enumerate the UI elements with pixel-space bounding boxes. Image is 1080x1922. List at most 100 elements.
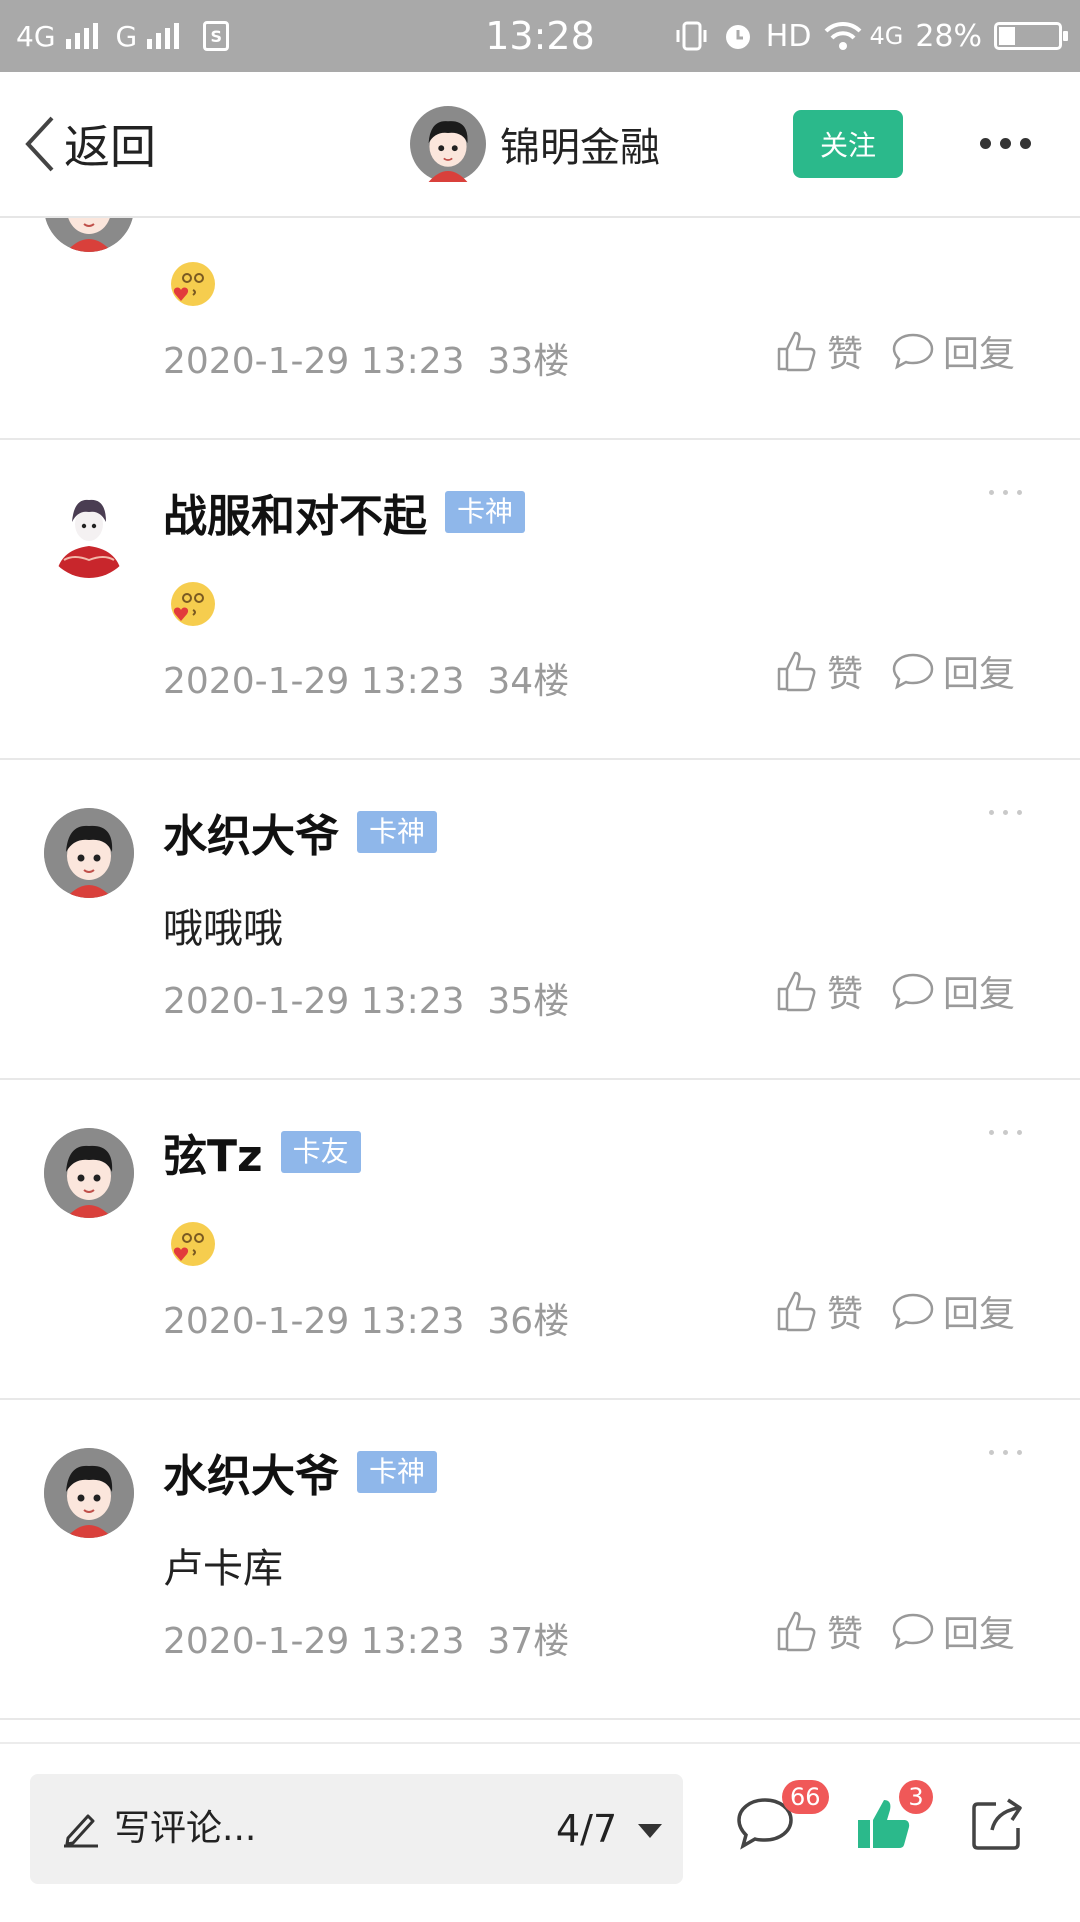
share-icon[interactable] bbox=[970, 1796, 1026, 1852]
avatar[interactable] bbox=[44, 1448, 134, 1538]
more-options-icon[interactable] bbox=[980, 138, 1031, 149]
bottom-bar: 写评论... 4/7 66 3 bbox=[0, 1742, 1080, 1922]
chevron-left-icon bbox=[25, 116, 54, 172]
thumbs-up-icon bbox=[777, 971, 816, 1012]
thumbs-up-icon bbox=[777, 1611, 816, 1652]
reply-button[interactable]: 回复 bbox=[891, 1285, 1015, 1337]
username[interactable]: 战服和对不起 bbox=[163, 480, 427, 544]
speech-bubble-icon bbox=[892, 653, 934, 690]
comment-text: 哦哦哦 bbox=[163, 906, 283, 952]
comment-time: 2020-1-29 13:23 bbox=[163, 1621, 465, 1662]
comment-feed: 2020-1-29 13:23 33楼 赞 回复 战服和对不起 卡神 2020-… bbox=[0, 218, 1080, 1730]
page-title: 锦明金融 bbox=[500, 125, 660, 171]
comment-placeholder: 写评论... bbox=[114, 1808, 257, 1849]
username[interactable]: 弦Tz bbox=[163, 1120, 263, 1184]
user-badge: 卡神 bbox=[357, 1451, 438, 1493]
avatar[interactable] bbox=[44, 808, 134, 898]
comment-header: 水织大爷 卡神 bbox=[163, 800, 438, 864]
comment-header: 弦Tz 卡友 bbox=[163, 1120, 361, 1184]
comment-actions: 赞 回复 bbox=[775, 325, 1015, 377]
comment-meta: 2020-1-29 13:23 34楼 bbox=[163, 652, 569, 704]
comment-header: 水织大爷 卡神 bbox=[163, 1440, 438, 1504]
network-label-2: G bbox=[115, 19, 138, 53]
floor-number: 36楼 bbox=[487, 1301, 570, 1342]
comment-time: 2020-1-29 13:23 bbox=[163, 981, 465, 1022]
comment-more-icon[interactable] bbox=[989, 1130, 1022, 1135]
like-button[interactable]: 赞 bbox=[775, 1285, 863, 1337]
like-button[interactable]: 赞 bbox=[775, 325, 863, 377]
back-button[interactable]: 返回 bbox=[22, 112, 156, 176]
comment-item: 水织大爷 卡神 哦哦哦 2020-1-29 13:23 35楼 赞 回复 bbox=[0, 760, 1080, 1080]
user-badge: 卡友 bbox=[280, 1131, 361, 1173]
comment-actions: 赞 回复 bbox=[775, 1605, 1015, 1657]
floor-number: 35楼 bbox=[487, 981, 570, 1022]
page-indicator[interactable]: 4/7 bbox=[556, 1774, 617, 1884]
sim-card-icon: S bbox=[203, 21, 230, 51]
reply-label: 回复 bbox=[943, 1614, 1016, 1655]
reply-button[interactable]: 回复 bbox=[891, 1605, 1015, 1657]
blowing-kiss-emoji-icon bbox=[171, 1222, 215, 1266]
username[interactable]: 水织大爷 bbox=[163, 1440, 339, 1504]
clock-text: 13:28 bbox=[485, 14, 595, 58]
back-label: 返回 bbox=[64, 120, 156, 174]
reply-label: 回复 bbox=[943, 654, 1016, 695]
comment-count-badge: 66 bbox=[782, 1780, 829, 1814]
like-label: 赞 bbox=[827, 1614, 864, 1655]
blowing-kiss-emoji-icon bbox=[171, 262, 215, 306]
comment-actions: 赞 回复 bbox=[775, 965, 1015, 1017]
comment-more-icon[interactable] bbox=[989, 810, 1022, 815]
speech-bubble-icon bbox=[892, 1293, 934, 1330]
comment-time: 2020-1-29 13:23 bbox=[163, 1301, 465, 1342]
comment-time: 2020-1-29 13:23 bbox=[163, 341, 465, 382]
like-label: 赞 bbox=[827, 334, 864, 375]
like-button[interactable]: 赞 bbox=[775, 645, 863, 697]
comment-more-icon[interactable] bbox=[989, 490, 1022, 495]
floor-number: 37楼 bbox=[487, 1621, 570, 1662]
reply-button[interactable]: 回复 bbox=[891, 325, 1015, 377]
comment-input[interactable]: 写评论... 4/7 bbox=[30, 1774, 683, 1884]
nav-profile[interactable]: 锦明金融 bbox=[410, 105, 660, 183]
wifi-icon bbox=[825, 21, 862, 50]
comment-text: 卢卡库 bbox=[163, 1546, 283, 1592]
like-button[interactable]: 赞 bbox=[775, 965, 863, 1017]
avatar[interactable] bbox=[44, 218, 134, 252]
reply-label: 回复 bbox=[943, 974, 1016, 1015]
thumbs-up-icon bbox=[777, 651, 816, 692]
comment-header: 战服和对不起 卡神 bbox=[163, 480, 526, 544]
nav-bar: 返回 锦明金融 关注 bbox=[0, 72, 1080, 218]
floor-number: 34楼 bbox=[487, 661, 570, 702]
battery-level bbox=[999, 27, 1016, 45]
network-label: 4G bbox=[16, 19, 56, 53]
status-left: 4G G S bbox=[16, 0, 230, 72]
like-count-badge: 3 bbox=[899, 1780, 933, 1814]
like-button[interactable]: 赞 bbox=[775, 1605, 863, 1657]
speech-bubble-icon bbox=[892, 973, 934, 1010]
user-badge: 卡神 bbox=[445, 491, 526, 533]
username[interactable]: 水织大爷 bbox=[163, 800, 339, 864]
thumbs-up-icon bbox=[777, 331, 816, 372]
follow-button[interactable]: 关注 bbox=[793, 110, 903, 178]
pencil-icon bbox=[64, 1814, 98, 1848]
comment-item: 2020-1-29 13:23 33楼 赞 回复 bbox=[0, 218, 1080, 440]
caret-down-icon[interactable] bbox=[638, 1824, 662, 1838]
hd-label: HD bbox=[765, 18, 812, 54]
comment-meta: 2020-1-29 13:23 37楼 bbox=[163, 1612, 569, 1664]
avatar[interactable] bbox=[44, 1128, 134, 1218]
network-label-3: 4G bbox=[869, 22, 904, 50]
avatar[interactable] bbox=[44, 488, 134, 578]
comment-meta: 2020-1-29 13:23 36楼 bbox=[163, 1292, 569, 1344]
comment-item: 水织大爷 卡神 卢卡库 2020-1-29 13:23 37楼 赞 回复 bbox=[0, 1400, 1080, 1720]
battery-percent: 28% bbox=[915, 18, 982, 54]
reply-button[interactable]: 回复 bbox=[891, 965, 1015, 1017]
thumbs-up-icon bbox=[777, 1291, 816, 1332]
reply-button[interactable]: 回复 bbox=[891, 645, 1015, 697]
reply-label: 回复 bbox=[943, 334, 1016, 375]
like-label: 赞 bbox=[827, 1294, 864, 1335]
like-label: 赞 bbox=[827, 654, 864, 695]
status-right: HD 4G 28% bbox=[674, 0, 1068, 72]
like-label: 赞 bbox=[827, 974, 864, 1015]
comment-actions: 赞 回复 bbox=[775, 645, 1015, 697]
reply-label: 回复 bbox=[943, 1294, 1016, 1335]
avatar bbox=[410, 106, 486, 182]
comment-more-icon[interactable] bbox=[989, 1450, 1022, 1455]
